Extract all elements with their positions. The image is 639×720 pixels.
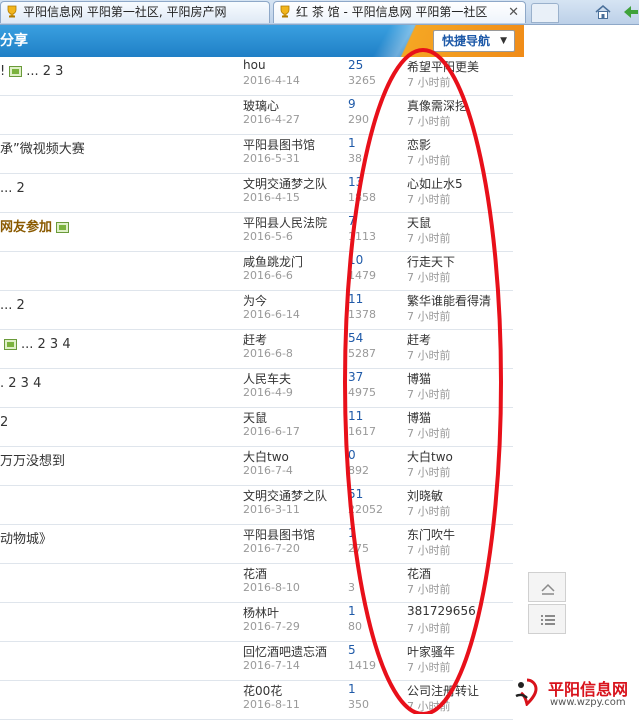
watermark-logo: 平阳信息网 www.wzpy.com: [512, 674, 636, 712]
watermark-url: www.wzpy.com: [550, 697, 626, 708]
annotation-ellipse: [343, 48, 503, 714]
logo-mark-icon: [515, 678, 538, 706]
